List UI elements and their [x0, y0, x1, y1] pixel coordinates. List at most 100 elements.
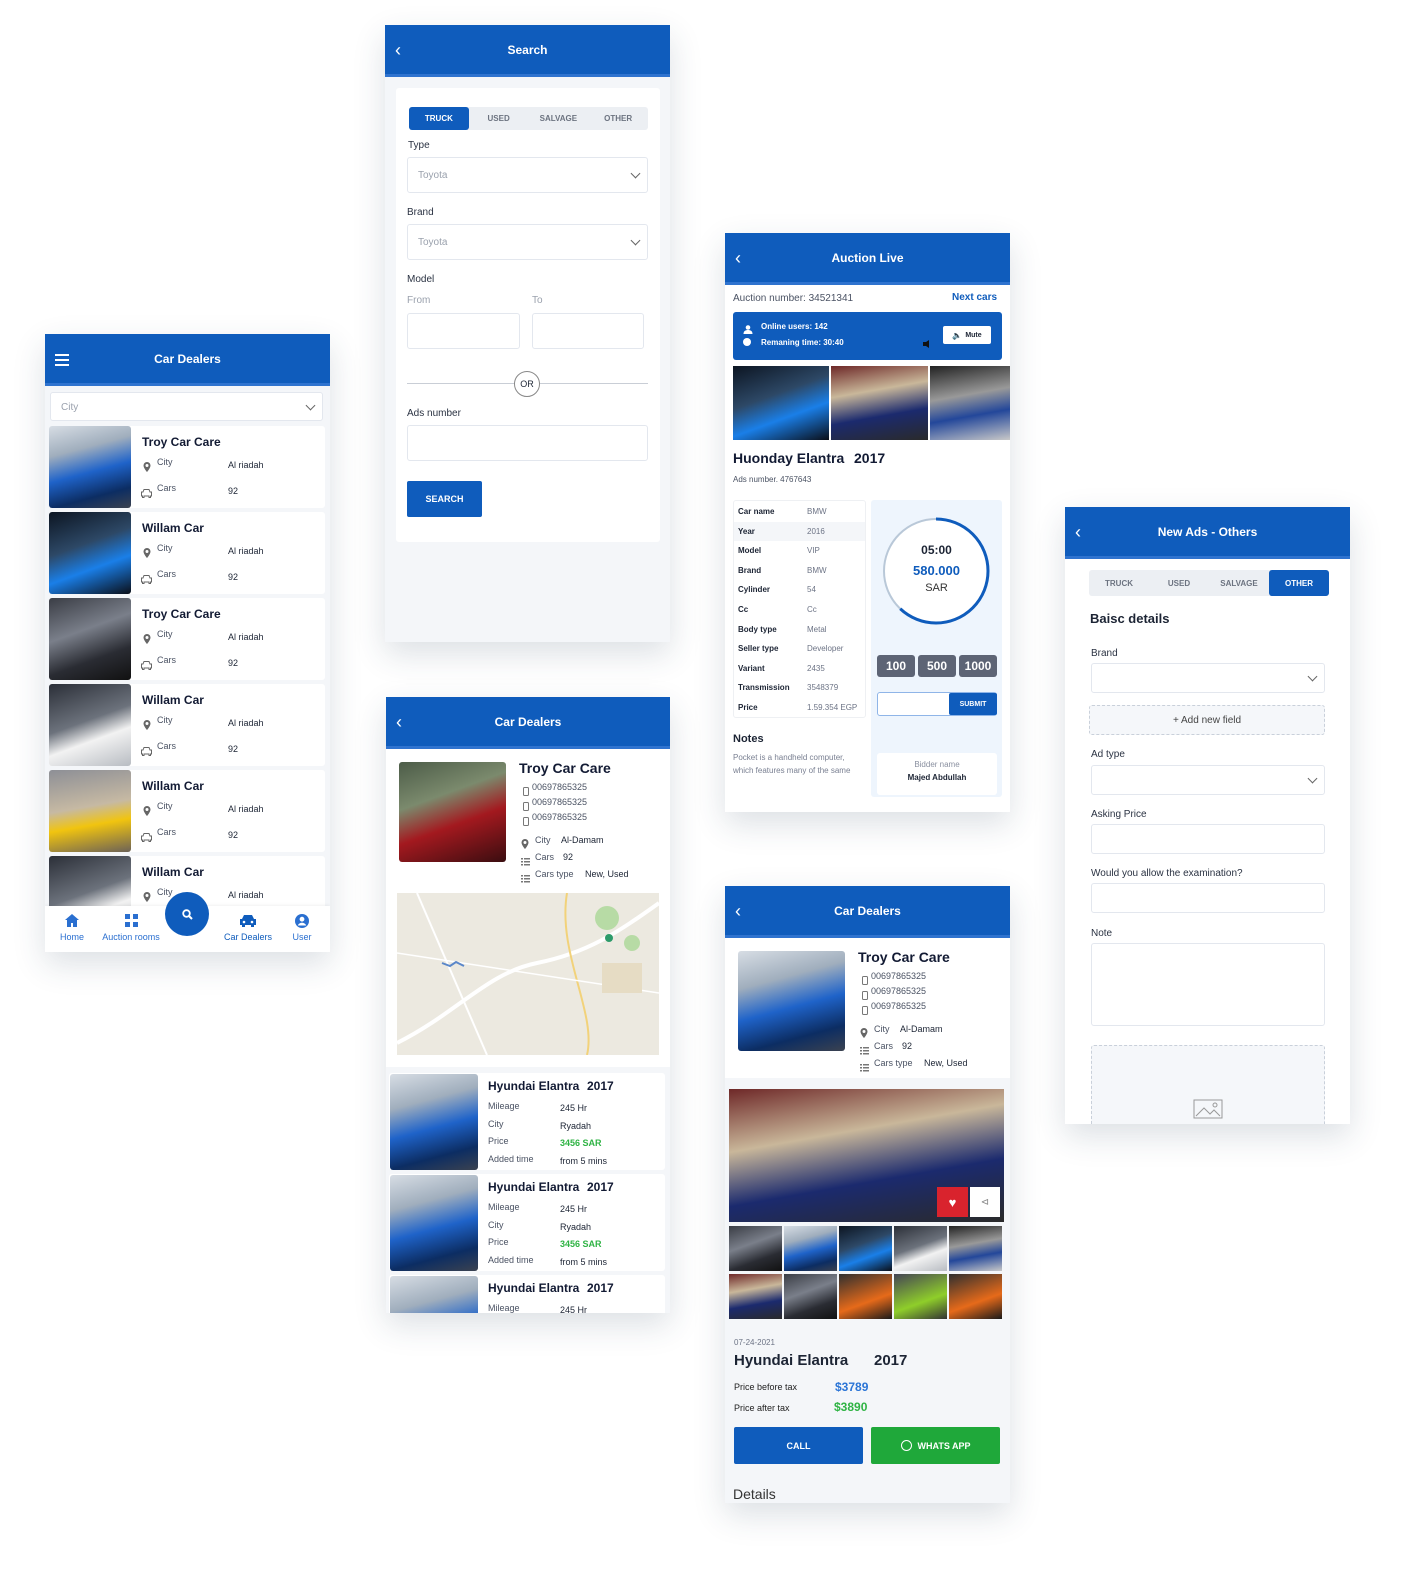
hamburger-icon[interactable]: [55, 353, 69, 366]
dealer-city-label: City: [535, 835, 551, 845]
gallery-thumbnail[interactable]: [839, 1226, 892, 1271]
cars-label: Cars: [157, 483, 177, 493]
car-thumbnail: [390, 1074, 478, 1170]
dealer-phone[interactable]: 00697865325: [532, 812, 587, 822]
car-listing[interactable]: Hyundai Elantra 2017 Mileage 245 Hr: [389, 1275, 665, 1313]
ads-number-input[interactable]: [407, 425, 648, 461]
clock-icon: [743, 338, 751, 346]
dealer-phone[interactable]: 00697865325: [532, 782, 587, 792]
tab-truck[interactable]: TRUCK: [409, 107, 469, 130]
gallery-thumbnail[interactable]: [894, 1226, 947, 1271]
car-listing[interactable]: Hyundai Elantra 2017 Mileage 245 Hr City Ryad…: [389, 1174, 665, 1271]
model-label: Model: [407, 274, 435, 285]
dealer-list-item[interactable]: Troy Car Care City Al riadah Cars 92: [49, 426, 325, 508]
app-header: Search: [385, 25, 670, 77]
tab-salvage[interactable]: SALVAGE: [529, 107, 589, 130]
city-select[interactable]: City: [50, 392, 323, 421]
bid-increment-button[interactable]: 500: [918, 655, 956, 677]
cars-value: 92: [228, 486, 239, 496]
nav-user[interactable]: User: [262, 914, 330, 948]
dealer-name: Willam Car: [142, 779, 204, 793]
location-map[interactable]: [397, 893, 659, 1055]
auction-car-photo[interactable]: [733, 366, 829, 440]
volume-icon: 🔈: [952, 330, 963, 340]
search-button[interactable]: SEARCH: [407, 481, 482, 517]
dealer-type-label: Cars type: [535, 869, 574, 879]
type-label: Type: [408, 140, 430, 151]
gallery-thumbnail[interactable]: [894, 1274, 947, 1319]
favorite-button[interactable]: ♥: [937, 1187, 968, 1217]
nav-auction-rooms[interactable]: Auction rooms: [91, 914, 171, 948]
examination-input[interactable]: [1091, 883, 1325, 913]
brand-select[interactable]: Toyota: [407, 224, 648, 260]
asking-price-input[interactable]: [1091, 824, 1325, 854]
gallery-thumbnail[interactable]: [784, 1274, 837, 1319]
dealer-phone[interactable]: 00697865325: [871, 1001, 926, 1011]
dealer-list-item[interactable]: Willam Car City Al riadah Cars 92: [49, 770, 325, 852]
note-textarea[interactable]: [1091, 943, 1325, 1026]
section-title: Baisc details: [1090, 611, 1170, 626]
tab-salvage[interactable]: SALVAGE: [1209, 570, 1269, 596]
gallery-thumbnail[interactable]: [949, 1226, 1002, 1271]
tab-other[interactable]: OTHER: [1269, 570, 1329, 596]
gallery-thumbnail[interactable]: [949, 1274, 1002, 1319]
location-pin-icon: [143, 545, 151, 558]
back-icon[interactable]: ‹: [735, 249, 747, 267]
dealer-thumbnail: [49, 684, 131, 766]
note-label: Note: [1091, 928, 1113, 939]
dealer-phone[interactable]: 00697865325: [871, 971, 926, 981]
back-icon[interactable]: ‹: [396, 713, 408, 731]
image-upload-area[interactable]: [1091, 1045, 1325, 1124]
cars-value: 92: [228, 658, 239, 668]
dealer-city-value: Al-Damam: [900, 1024, 943, 1034]
dealer-list-item[interactable]: Willam Car City Al riadah Cars 92: [49, 512, 325, 594]
car-listing[interactable]: Hyundai Elantra 2017 Mileage 245 Hr City Ryad…: [389, 1073, 665, 1170]
mute-label: Mute: [965, 331, 982, 339]
call-button[interactable]: CALL: [734, 1427, 863, 1464]
dealer-phone[interactable]: 00697865325: [532, 797, 587, 807]
cars-value: 92: [228, 572, 239, 582]
gallery-thumbnail[interactable]: [784, 1226, 837, 1271]
auction-car-photo[interactable]: [930, 366, 1010, 440]
mute-button[interactable]: 🔈 Mute: [943, 326, 991, 344]
add-new-field-button[interactable]: + Add new field: [1089, 705, 1325, 735]
tab-used[interactable]: USED: [1149, 570, 1209, 596]
app-header: Auction Live: [725, 233, 1010, 285]
dealer-phone[interactable]: 00697865325: [871, 986, 926, 996]
type-select[interactable]: Toyota: [407, 157, 648, 193]
select-value: Toyota: [418, 237, 448, 248]
dealer-list-item[interactable]: Troy Car Care City Al riadah Cars 92: [49, 598, 325, 680]
submit-bid-button[interactable]: SUBMIT: [949, 693, 997, 715]
bid-increment-button[interactable]: 100: [877, 655, 915, 677]
back-icon[interactable]: ‹: [735, 902, 747, 920]
car-icon: [141, 829, 152, 842]
listing-field-value: 3456 SAR: [560, 1138, 602, 1148]
spec-value: VIP: [807, 546, 820, 556]
chevron-down-icon: [1307, 671, 1318, 682]
list-icon: [860, 1042, 869, 1055]
car-title: Huonday Elantra: [733, 450, 845, 466]
search-fab[interactable]: [165, 892, 209, 936]
next-cars-link[interactable]: Next cars: [952, 292, 997, 303]
tab-other[interactable]: OTHER: [588, 107, 648, 130]
model-from-input[interactable]: [407, 313, 520, 349]
dealer-list-item[interactable]: Willam Car City Al riadah Cars 92: [49, 684, 325, 766]
brand-select[interactable]: [1091, 663, 1325, 693]
back-icon[interactable]: ‹: [395, 41, 407, 59]
share-button[interactable]: ⊲: [970, 1187, 1000, 1217]
listing-field-label: Added time: [488, 1254, 534, 1265]
ad-type-select[interactable]: [1091, 765, 1325, 795]
tab-truck[interactable]: TRUCK: [1089, 570, 1149, 596]
auction-car-photo[interactable]: [831, 366, 928, 440]
chevron-down-icon: [305, 400, 316, 410]
gallery-thumbnail[interactable]: [729, 1226, 782, 1271]
tab-used[interactable]: USED: [469, 107, 529, 130]
whatsapp-button[interactable]: WHATS APP: [871, 1427, 1000, 1464]
city-value: Al riadah: [228, 632, 264, 642]
model-to-input[interactable]: [532, 313, 644, 349]
chevron-down-icon: [1307, 773, 1318, 784]
back-icon[interactable]: ‹: [1075, 523, 1087, 541]
gallery-thumbnail[interactable]: [839, 1274, 892, 1319]
gallery-thumbnail[interactable]: [729, 1274, 782, 1319]
bid-increment-button[interactable]: 1000: [959, 655, 997, 677]
